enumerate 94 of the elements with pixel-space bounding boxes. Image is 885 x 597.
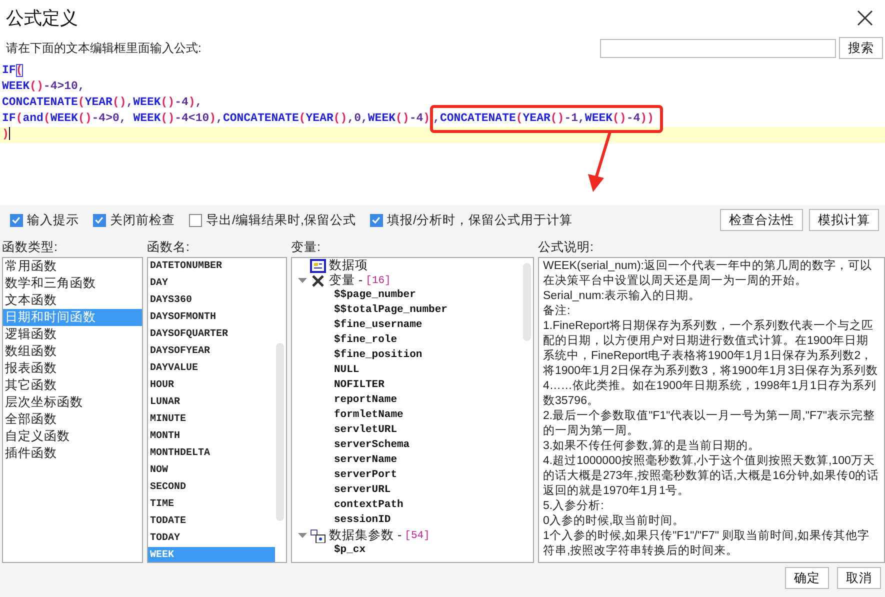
code-line: WEEK()-4>10, [1,79,85,95]
list-item[interactable]: MONTH [148,428,275,445]
list-item[interactable]: 其它函数 [3,377,142,394]
code-line: IF( [1,63,23,79]
list-item[interactable]: DAYSOFQUARTER [148,326,275,343]
column-header: 函数名: [147,239,190,256]
list-item[interactable]: DAYSOFYEAR [148,343,275,360]
option-label: 关闭前检查 [110,212,175,228]
list-item[interactable]: 文本函数 [3,292,142,309]
tree-node-label[interactable]: 数据项 [329,258,368,274]
window-title: 公式定义 [6,7,78,30]
code-line: ) [1,127,9,143]
scrollbar[interactable] [276,343,284,521]
option-label: 导出/编辑结果时,保留公式 [206,212,356,228]
tree-node-label[interactable]: 变量 - [329,272,363,289]
code-line: IF(and(WEEK()-4>0, WEEK()-4<10),CONCATENATE(YEAR(),0,WEEK()-4) [1,111,430,127]
list-item[interactable]: 逻辑函数 [3,326,142,343]
list-item[interactable]: TIME [148,496,275,513]
list-item[interactable]: MONTHDELTA [148,445,275,462]
tree-item[interactable]: NULL [298,363,533,378]
column-header: 函数类型: [2,239,58,256]
description-text: 1.FineReport将日期保存为系列数，一个系列数代表一个与之匹配的日期，以方便用户对日期进行数值式计算。在1900年日期系统中，FineReport电子表格将1900年1月1日保存为系列数2， [543,319,874,364]
count-label: [16] [366,274,391,286]
checkbox[interactable] [189,214,202,226]
tree-item[interactable]: servletURL [298,423,533,438]
tree-node-label[interactable]: 数据集参数 - [329,527,402,544]
action-button[interactable]: 检查合法性 [720,209,803,231]
list-item[interactable]: 数学和三角函数 [3,275,142,292]
expand-triangle-icon[interactable] [298,531,307,540]
description-text: 2.最后一个参数取值"F1"代表以一月一号为第一周,"F7"表示完整的一周为第一周。 [543,409,876,439]
tree-item[interactable]: $fine_role [298,333,533,348]
list-item[interactable]: TODAY [148,530,275,547]
list-item[interactable]: 层次坐标函数 [3,394,142,411]
list-item[interactable]: LUNAR [148,394,275,411]
tree-item[interactable]: serverURL [298,483,533,498]
description-text: 3.如果不传任何参数,算的是当前日期的。 [543,439,761,454]
list-item[interactable]: DAYVALUE [148,360,275,377]
checkbox[interactable] [93,214,106,226]
list-item[interactable]: 数组函数 [3,343,142,360]
column-header: 公式说明: [538,239,594,256]
search-field[interactable] [600,38,836,58]
highlighted-code: ,CONCATENATE(YEAR()-1,WEEK()-4)) [430,105,663,133]
action-button[interactable]: 模拟计算 [809,209,879,231]
tree-item[interactable]: $$page_number [298,288,533,303]
scrollbar[interactable] [523,263,531,341]
checkbox[interactable] [370,214,383,226]
list-item[interactable]: HOUR [148,377,275,394]
description-text: 备注: [543,304,572,319]
list-item[interactable]: 自定义函数 [3,428,142,445]
tree-item[interactable]: serverSchema [298,438,533,453]
list-item[interactable]: NOW [148,462,275,479]
checkbox[interactable] [10,214,23,226]
list-item[interactable]: 全部函数 [3,411,142,428]
tree-item[interactable]: $fine_position [298,348,533,363]
code-line: CONCATENATE(YEAR(),WEEK()-4), [1,95,202,111]
list-item[interactable]: DATETONUMBER [148,258,275,275]
option-label: 输入提示 [27,212,79,228]
tree-item[interactable]: contextPath [298,498,533,513]
tree-item[interactable]: reportName [298,393,533,408]
tree-item[interactable]: NOFILTER [298,378,533,393]
list-item[interactable]: 常用函数 [3,258,142,275]
variable-icon [310,274,326,288]
tree-item[interactable]: $$totalPage_number [298,303,533,318]
description-text: WEEK(serial_num):返回一个代表一年中的第几周的数字，可以在决策平台中设置以周天还是周一为一周的开始。 [543,259,873,289]
search-button[interactable]: 搜索 [839,37,883,59]
tree-item[interactable]: $fine_username [298,318,533,333]
tree-item[interactable]: serverName [298,453,533,468]
column-header: 变量: [291,239,322,256]
description-text: 4.超过1000000按照毫秒数算,小于这个值则按照天数算,100万天的话大概是273年,按照毫秒数算的话,大概是16分钟,如果传0的话返回的就是1970年1月1号。 [543,454,880,499]
tree-item[interactable]: $p_cx [298,543,533,558]
description-text: 将1900年1月2日保存为系列数3，将1900年1月3日保存为系列数4……依此类推。如在1900年日期系统，1998年1月1日存为系列数35796。 [543,364,880,409]
list-item[interactable]: TODATE [148,513,275,530]
dialog-button[interactable]: 取消 [837,567,881,589]
prompt-label: 请在下面的文本编辑框里面输入公式: [6,40,202,56]
count-label: [54] [404,530,430,542]
list-item[interactable]: 插件函数 [3,445,142,462]
description-text: 0入参的时候,取当前时间。 [543,514,686,529]
expand-triangle-icon[interactable] [298,276,307,285]
tree-item[interactable]: sessionID [298,513,533,528]
tree-item[interactable]: serverPort [298,468,533,483]
close-icon[interactable] [857,10,873,26]
list-item[interactable]: DAY [148,275,275,292]
list-item[interactable]: 报表函数 [3,360,142,377]
description-text: Serial_num:表示输入的日期。 [543,289,702,304]
parameter-icon [310,528,326,542]
description-text: 5.入参分析: [543,499,605,514]
list-item[interactable]: MINUTE [148,411,275,428]
list-item[interactable]: DAYS360 [148,292,275,309]
list-item[interactable]: SECOND [148,479,275,496]
option-label: 填报/分析时，保留公式用于计算 [386,212,572,228]
description-text: 1个入参的时候,如果只传"F1"/"F7" 则取当前时间,如果传其他字符串,按照改字符串转换后的时间来。 [543,529,870,559]
list-item[interactable]: DAYSOFMONTH [148,309,275,326]
tree-item[interactable]: formletName [298,408,533,423]
dialog-button[interactable]: 确定 [785,567,829,589]
